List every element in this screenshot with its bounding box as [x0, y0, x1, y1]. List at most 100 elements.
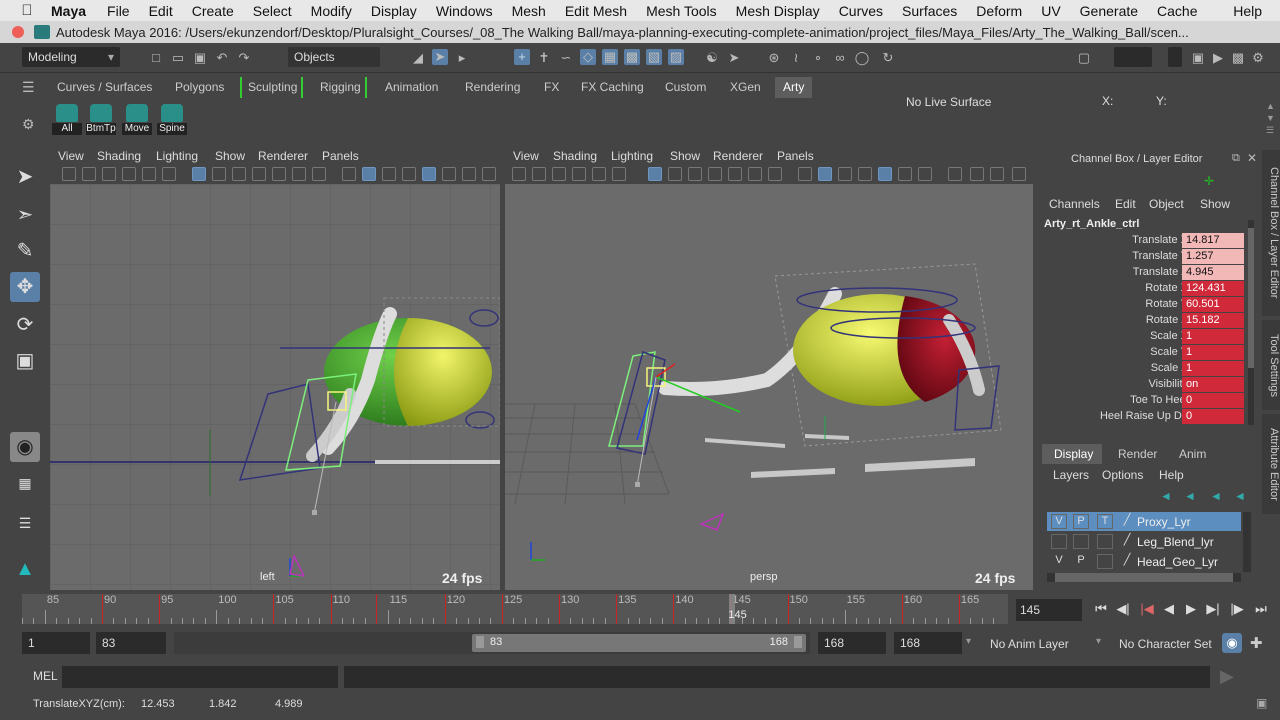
channel-scale-x[interactable]: Scale X1: [1036, 329, 1256, 345]
shadows-icon[interactable]: [948, 167, 962, 181]
select-joint-icon[interactable]: ✝: [536, 50, 552, 66]
chevron-down-icon[interactable]: ▾: [1096, 636, 1101, 647]
close-window-icon[interactable]: [12, 26, 24, 38]
channel-visibility[interactable]: Visibility on: [1036, 377, 1256, 393]
shelf-button-all[interactable]: All: [52, 104, 82, 135]
camera-attributes-icon[interactable]: [532, 167, 546, 181]
channel-value[interactable]: 0: [1182, 393, 1244, 408]
select-render-icon[interactable]: ▧: [646, 49, 662, 65]
timeline-key-marker[interactable]: [673, 594, 675, 624]
animation-prefs-icon[interactable]: ✚: [1250, 634, 1263, 652]
channel-rotate-y[interactable]: Rotate Y 60.501: [1036, 297, 1256, 313]
tab-curves-surfaces[interactable]: Curves / Surfaces: [57, 77, 152, 98]
vp-right-menu-panels[interactable]: Panels: [777, 149, 814, 163]
ambient-occlusion-icon[interactable]: [970, 167, 984, 181]
timeline-key-marker[interactable]: [444, 594, 446, 624]
render-view-icon[interactable]: ▣: [1190, 50, 1206, 66]
timeline-key-marker[interactable]: [159, 594, 161, 624]
safe-title-icon[interactable]: [312, 167, 326, 181]
textured-icon[interactable]: [442, 167, 456, 181]
render-settings-icon[interactable]: ⚙: [1250, 50, 1266, 66]
go-to-start-icon[interactable]: ⏮: [1092, 601, 1110, 617]
select-object-icon[interactable]: ➤: [432, 49, 448, 65]
grease-pencil-icon[interactable]: [162, 167, 176, 181]
current-frame-field[interactable]: 145: [1016, 599, 1082, 621]
field-chart-icon[interactable]: [728, 167, 742, 181]
menu-edit[interactable]: Edit: [149, 3, 173, 19]
side-tab-channel-box[interactable]: Channel Box / Layer Editor: [1262, 150, 1280, 316]
shelf-menu-icon[interactable]: ☰: [22, 79, 36, 97]
use-default-material-icon[interactable]: [838, 167, 852, 181]
layer-color-icon[interactable]: ╱: [1119, 534, 1135, 549]
channel-value[interactable]: on: [1182, 377, 1244, 392]
channel-value[interactable]: 1: [1182, 345, 1244, 360]
menu-deform[interactable]: Deform: [976, 3, 1022, 19]
paint-select-tool-icon[interactable]: ✎: [10, 236, 40, 266]
menu-maya[interactable]: Maya: [51, 3, 86, 19]
playback-start-field[interactable]: 83: [96, 632, 166, 654]
channel-value[interactable]: 60.501: [1182, 297, 1244, 312]
channel-scrollbar-thumb[interactable]: [1248, 228, 1254, 368]
timeline-key-marker[interactable]: [958, 594, 960, 624]
layer-name[interactable]: Leg_Blend_lyr: [1137, 535, 1214, 549]
film-gate-icon[interactable]: [668, 167, 682, 181]
vp-left-menu-renderer[interactable]: Renderer: [258, 149, 308, 163]
menu-mesh[interactable]: Mesh: [512, 3, 546, 19]
select-surface-icon[interactable]: ◇: [580, 49, 596, 65]
four-view-layout-icon[interactable]: ▦: [10, 468, 40, 498]
snap-surface-icon[interactable]: ◯: [854, 50, 870, 66]
channel-value[interactable]: 1.257: [1182, 249, 1244, 264]
anim-layer-label[interactable]: No Anim Layer: [990, 637, 1069, 651]
side-tab-tool-settings[interactable]: Tool Settings: [1262, 320, 1280, 410]
vp-left-menu-shading[interactable]: Shading: [97, 149, 141, 163]
bookmark-icon[interactable]: [102, 167, 116, 181]
vp-right-menu-shading[interactable]: Shading: [553, 149, 597, 163]
shelf-button-move[interactable]: Move: [122, 104, 152, 135]
safe-action-icon[interactable]: [292, 167, 306, 181]
channel-rotate-z[interactable]: Rotate Z 15.182: [1036, 313, 1256, 329]
wireframe-on-shaded-icon[interactable]: [402, 167, 416, 181]
step-forward-frame-icon[interactable]: |▶: [1228, 601, 1246, 617]
safe-title-icon[interactable]: [768, 167, 782, 181]
select-component-icon[interactable]: ▸: [454, 50, 470, 66]
arty-layout-icon[interactable]: ▲: [10, 554, 40, 584]
tab-animation[interactable]: Animation: [385, 77, 438, 98]
gate-mask-icon[interactable]: [708, 167, 722, 181]
cb-menu-show[interactable]: Show: [1200, 197, 1230, 211]
layer-name[interactable]: Proxy_Lyr: [1137, 515, 1191, 529]
layer-tab-anim[interactable]: Anim: [1179, 447, 1206, 461]
new-layer-icon[interactable]: ◄: [1210, 489, 1222, 503]
select-misc-icon[interactable]: ▨: [668, 49, 684, 65]
channel-value[interactable]: 1: [1182, 361, 1244, 376]
character-set-label[interactable]: No Character Set: [1119, 637, 1212, 651]
layer-display-type-toggle[interactable]: [1097, 554, 1113, 569]
tab-fx[interactable]: FX: [544, 77, 559, 98]
menu-cache[interactable]: Cache: [1157, 3, 1197, 19]
grid-toggle-icon[interactable]: [192, 167, 206, 181]
timeline-key-marker[interactable]: [101, 594, 103, 624]
camera-attributes-icon[interactable]: [82, 167, 96, 181]
cb-menu-channels[interactable]: Channels: [1049, 197, 1100, 211]
move-layer-up-icon[interactable]: ◄: [1160, 489, 1172, 503]
select-handle-icon[interactable]: +: [514, 49, 530, 65]
bookmark-icon[interactable]: [552, 167, 566, 181]
shelf-button-spine[interactable]: Spine: [157, 104, 187, 135]
command-input[interactable]: [62, 666, 338, 688]
rotate-tool-icon[interactable]: ⟳: [10, 310, 40, 340]
channel-value[interactable]: 1: [1182, 329, 1244, 344]
vp-right-menu-view[interactable]: View: [513, 149, 539, 163]
channel-value[interactable]: 124.431: [1182, 281, 1244, 296]
layer-visibility-toggle[interactable]: V: [1051, 514, 1067, 529]
shelf-button-btmtp[interactable]: BtmTp: [86, 104, 116, 135]
menu-display[interactable]: Display: [371, 3, 417, 19]
float-panel-icon[interactable]: ⧉: [1232, 152, 1240, 165]
menu-edit-mesh[interactable]: Edit Mesh: [565, 3, 627, 19]
timeline-key-marker[interactable]: [559, 594, 561, 624]
select-curve-icon[interactable]: ∽: [558, 50, 574, 66]
side-tab-attribute-editor[interactable]: Attribute Editor: [1262, 414, 1280, 514]
grease-pencil-icon[interactable]: [612, 167, 626, 181]
resolution-gate-icon[interactable]: [688, 167, 702, 181]
menu-mesh-tools[interactable]: Mesh Tools: [646, 3, 717, 19]
timeline-key-marker[interactable]: [273, 594, 275, 624]
ipr-render-icon[interactable]: ▩: [1230, 50, 1246, 66]
